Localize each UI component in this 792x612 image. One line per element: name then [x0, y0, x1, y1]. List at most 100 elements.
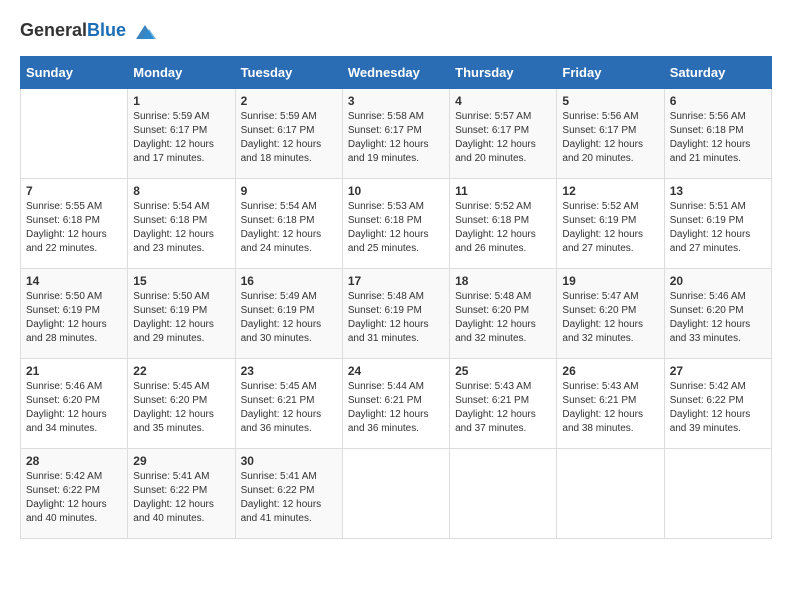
- calendar-cell: 12Sunrise: 5:52 AM Sunset: 6:19 PM Dayli…: [557, 179, 664, 269]
- day-info: Sunrise: 5:59 AM Sunset: 6:17 PM Dayligh…: [241, 110, 337, 166]
- calendar-cell: [21, 89, 128, 179]
- header-wednesday: Wednesday: [342, 57, 449, 89]
- calendar-cell: [557, 449, 664, 539]
- day-number: 28: [26, 454, 122, 468]
- day-info: Sunrise: 5:49 AM Sunset: 6:19 PM Dayligh…: [241, 290, 337, 346]
- calendar-week-3: 14 Sunrise: 5:50 AM Sunset: 6:19 PM Dayli…: [21, 269, 772, 359]
- day-number: 27: [670, 364, 766, 378]
- day-number: 7: [26, 184, 122, 198]
- calendar-cell: 4 Sunrise: 5:57 AM Sunset: 6:17 PM Daylig…: [450, 89, 557, 179]
- day-info: Sunrise: 5:58 AM Sunset: 6:17 PM Dayligh…: [348, 110, 444, 166]
- calendar-cell: 9Sunrise: 5:54 AM Sunset: 6:18 PM Daylig…: [235, 179, 342, 269]
- calendar-cell: [450, 449, 557, 539]
- header-monday: Monday: [128, 57, 235, 89]
- day-info: Sunrise: 5:48 AM Sunset: 6:20 PM Dayligh…: [455, 290, 551, 346]
- day-number: 12: [562, 184, 658, 198]
- calendar-header-row: SundayMondayTuesdayWednesdayThursdayFrid…: [21, 57, 772, 89]
- day-number: 16: [241, 274, 337, 288]
- day-number: 11: [455, 184, 551, 198]
- logo: GeneralBlue: [20, 20, 156, 41]
- day-number: 15: [133, 274, 229, 288]
- calendar-cell: 19 Sunrise: 5:47 AM Sunset: 6:20 PM Dayli…: [557, 269, 664, 359]
- day-number: 21: [26, 364, 122, 378]
- calendar-cell: 27 Sunrise: 5:42 AM Sunset: 6:22 PM Dayli…: [664, 359, 771, 449]
- day-info: Sunrise: 5:43 AM Sunset: 6:21 PM Dayligh…: [455, 380, 551, 436]
- calendar-cell: 17Sunrise: 5:48 AM Sunset: 6:19 PM Dayli…: [342, 269, 449, 359]
- day-number: 6: [670, 94, 766, 108]
- calendar-week-1: 1 Sunrise: 5:59 AM Sunset: 6:17 PM Daylig…: [21, 89, 772, 179]
- day-number: 20: [670, 274, 766, 288]
- calendar-cell: 8Sunrise: 5:54 AM Sunset: 6:18 PM Daylig…: [128, 179, 235, 269]
- calendar-cell: 15 Sunrise: 5:50 AM Sunset: 6:19 PM Dayli…: [128, 269, 235, 359]
- logo-blue: Blue: [87, 20, 126, 40]
- calendar-cell: 10Sunrise: 5:53 AM Sunset: 6:18 PM Dayli…: [342, 179, 449, 269]
- day-info: Sunrise: 5:52 AM Sunset: 6:18 PM Dayligh…: [455, 200, 551, 256]
- calendar-cell: 20 Sunrise: 5:46 AM Sunset: 6:20 PM Dayli…: [664, 269, 771, 359]
- calendar-cell: 14 Sunrise: 5:50 AM Sunset: 6:19 PM Dayli…: [21, 269, 128, 359]
- day-info: Sunrise: 5:50 AM Sunset: 6:19 PM Dayligh…: [133, 290, 229, 346]
- day-info: Sunrise: 5:45 AM Sunset: 6:20 PM Dayligh…: [133, 380, 229, 436]
- calendar-cell: 1 Sunrise: 5:59 AM Sunset: 6:17 PM Daylig…: [128, 89, 235, 179]
- calendar-cell: 7 Sunrise: 5:55 AM Sunset: 6:18 PM Daylig…: [21, 179, 128, 269]
- calendar-week-4: 21 Sunrise: 5:46 AM Sunset: 6:20 PM Dayli…: [21, 359, 772, 449]
- calendar-cell: 30Sunrise: 5:41 AM Sunset: 6:22 PM Dayli…: [235, 449, 342, 539]
- day-info: Sunrise: 5:42 AM Sunset: 6:22 PM Dayligh…: [670, 380, 766, 436]
- day-info: Sunrise: 5:59 AM Sunset: 6:17 PM Dayligh…: [133, 110, 229, 166]
- day-info: Sunrise: 5:51 AM Sunset: 6:19 PM Dayligh…: [670, 200, 766, 256]
- calendar-cell: 23Sunrise: 5:45 AM Sunset: 6:21 PM Dayli…: [235, 359, 342, 449]
- day-info: Sunrise: 5:46 AM Sunset: 6:20 PM Dayligh…: [670, 290, 766, 346]
- day-info: Sunrise: 5:54 AM Sunset: 6:18 PM Dayligh…: [133, 200, 229, 256]
- calendar-cell: 28 Sunrise: 5:42 AM Sunset: 6:22 PM Dayli…: [21, 449, 128, 539]
- logo-icon: [134, 23, 156, 41]
- day-number: 29: [133, 454, 229, 468]
- day-number: 18: [455, 274, 551, 288]
- day-number: 10: [348, 184, 444, 198]
- day-number: 5: [562, 94, 658, 108]
- logo-general: General: [20, 20, 87, 40]
- day-number: 25: [455, 364, 551, 378]
- day-info: Sunrise: 5:56 AM Sunset: 6:17 PM Dayligh…: [562, 110, 658, 166]
- calendar-cell: 6Sunrise: 5:56 AM Sunset: 6:18 PM Daylig…: [664, 89, 771, 179]
- calendar-week-5: 28 Sunrise: 5:42 AM Sunset: 6:22 PM Dayli…: [21, 449, 772, 539]
- calendar-week-2: 7 Sunrise: 5:55 AM Sunset: 6:18 PM Daylig…: [21, 179, 772, 269]
- header-friday: Friday: [557, 57, 664, 89]
- day-number: 26: [562, 364, 658, 378]
- calendar-cell: 11 Sunrise: 5:52 AM Sunset: 6:18 PM Dayli…: [450, 179, 557, 269]
- day-number: 1: [133, 94, 229, 108]
- day-info: Sunrise: 5:45 AM Sunset: 6:21 PM Dayligh…: [241, 380, 337, 436]
- calendar-cell: 26 Sunrise: 5:43 AM Sunset: 6:21 PM Dayli…: [557, 359, 664, 449]
- header-saturday: Saturday: [664, 57, 771, 89]
- day-info: Sunrise: 5:48 AM Sunset: 6:19 PM Dayligh…: [348, 290, 444, 346]
- day-info: Sunrise: 5:42 AM Sunset: 6:22 PM Dayligh…: [26, 470, 122, 526]
- calendar-cell: 25 Sunrise: 5:43 AM Sunset: 6:21 PM Dayli…: [450, 359, 557, 449]
- day-number: 9: [241, 184, 337, 198]
- calendar-cell: 3 Sunrise: 5:58 AM Sunset: 6:17 PM Daylig…: [342, 89, 449, 179]
- calendar-cell: [664, 449, 771, 539]
- day-number: 2: [241, 94, 337, 108]
- calendar-cell: [342, 449, 449, 539]
- calendar-cell: 13 Sunrise: 5:51 AM Sunset: 6:19 PM Dayli…: [664, 179, 771, 269]
- header-thursday: Thursday: [450, 57, 557, 89]
- day-info: Sunrise: 5:55 AM Sunset: 6:18 PM Dayligh…: [26, 200, 122, 256]
- calendar-cell: 22 Sunrise: 5:45 AM Sunset: 6:20 PM Dayli…: [128, 359, 235, 449]
- day-info: Sunrise: 5:50 AM Sunset: 6:19 PM Dayligh…: [26, 290, 122, 346]
- day-number: 3: [348, 94, 444, 108]
- day-number: 14: [26, 274, 122, 288]
- day-info: Sunrise: 5:41 AM Sunset: 6:22 PM Dayligh…: [241, 470, 337, 526]
- day-number: 24: [348, 364, 444, 378]
- calendar-table: SundayMondayTuesdayWednesdayThursdayFrid…: [20, 56, 772, 539]
- calendar-cell: 2 Sunrise: 5:59 AM Sunset: 6:17 PM Daylig…: [235, 89, 342, 179]
- day-info: Sunrise: 5:46 AM Sunset: 6:20 PM Dayligh…: [26, 380, 122, 436]
- day-number: 4: [455, 94, 551, 108]
- day-number: 19: [562, 274, 658, 288]
- calendar-cell: 21 Sunrise: 5:46 AM Sunset: 6:20 PM Dayli…: [21, 359, 128, 449]
- page-header: GeneralBlue: [20, 20, 772, 41]
- day-number: 22: [133, 364, 229, 378]
- day-info: Sunrise: 5:43 AM Sunset: 6:21 PM Dayligh…: [562, 380, 658, 436]
- day-info: Sunrise: 5:47 AM Sunset: 6:20 PM Dayligh…: [562, 290, 658, 346]
- day-number: 13: [670, 184, 766, 198]
- day-info: Sunrise: 5:41 AM Sunset: 6:22 PM Dayligh…: [133, 470, 229, 526]
- day-info: Sunrise: 5:57 AM Sunset: 6:17 PM Dayligh…: [455, 110, 551, 166]
- calendar-cell: 24Sunrise: 5:44 AM Sunset: 6:21 PM Dayli…: [342, 359, 449, 449]
- calendar-cell: 5 Sunrise: 5:56 AM Sunset: 6:17 PM Daylig…: [557, 89, 664, 179]
